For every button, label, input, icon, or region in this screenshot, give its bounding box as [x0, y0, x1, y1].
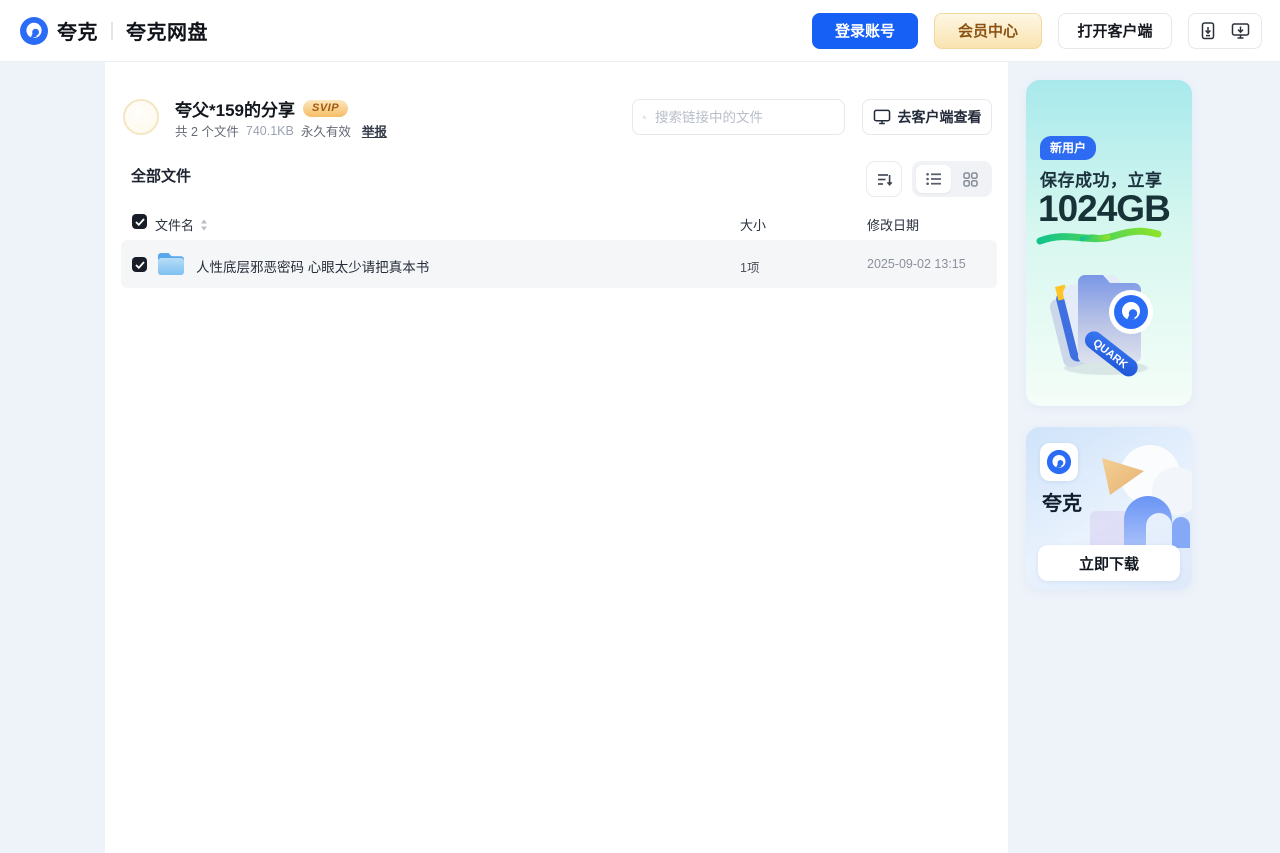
top-header: 夸克 夸克网盘 登录账号 会员中心 打开客户端 — [0, 0, 1280, 62]
quark-logo-icon — [1046, 449, 1072, 475]
vip-center-button[interactable]: 会员中心 — [934, 12, 1042, 49]
share-total-size: 740.1KB — [245, 123, 294, 138]
monitor-icon — [873, 109, 890, 125]
sort-order-button[interactable] — [866, 161, 902, 197]
row-checkbox[interactable] — [132, 257, 147, 272]
sharer-avatar — [123, 99, 159, 135]
check-icon — [134, 260, 145, 269]
promo-storage-amount: 1024GB — [1038, 188, 1171, 229]
column-sort-arrows-icon — [201, 219, 208, 230]
promo-card-download[interactable]: 夸克 立即下载 — [1026, 427, 1192, 590]
desktop-download-icon — [1231, 22, 1250, 39]
share-title-row: 夸父*159的分享 SVIP — [175, 96, 349, 121]
brand-home-link[interactable]: 夸克 夸克网盘 — [20, 16, 208, 45]
brand-divider — [111, 21, 113, 40]
share-meta: 共 2 个文件 740.1KB 永久有效 举报 — [175, 121, 387, 140]
file-size: 1项 — [740, 261, 760, 275]
search-input[interactable] — [653, 108, 834, 126]
download-now-button[interactable]: 立即下载 — [1038, 545, 1180, 581]
check-icon — [134, 217, 145, 226]
share-validity: 永久有效 — [300, 125, 351, 139]
folder-illustration: QUARK — [1049, 275, 1153, 377]
column-date: 修改日期 — [867, 218, 920, 233]
brand-name: 夸克 — [57, 22, 98, 44]
view-toggle-group — [912, 161, 992, 197]
search-icon — [643, 115, 646, 119]
topbar-actions: 登录账号 会员中心 打开客户端 — [812, 12, 1262, 49]
view-in-client-label: 去客户端查看 — [897, 109, 982, 125]
grid-view-toggle[interactable] — [953, 165, 988, 193]
table-header: 文件名 大小 修改日期 — [105, 210, 1008, 240]
svip-badge: SVIP — [302, 100, 349, 117]
search-box — [632, 99, 845, 135]
report-link[interactable]: 举报 — [362, 121, 387, 140]
file-row[interactable]: 人性底层邪恶密码 心眼太少请把真本书 1项 2025-09-02 13:15 — [121, 240, 997, 288]
green-swoosh-icon — [1036, 227, 1162, 245]
app-name: 夸克 — [1042, 493, 1082, 515]
login-button[interactable]: 登录账号 — [812, 12, 918, 49]
file-name: 人性底层邪恶密码 心眼太少请把真本书 — [196, 260, 430, 275]
new-user-badge: 新用户 — [1040, 136, 1097, 160]
app-illustration — [1090, 445, 1192, 548]
list-view-icon — [925, 173, 941, 185]
share-title: 夸父*159的分享 — [175, 101, 295, 120]
quark-app-icon — [1040, 443, 1078, 481]
quark-logo-icon — [20, 16, 48, 45]
page: 夸克 夸克网盘 登录账号 会员中心 打开客户端 夸父*159的分享 SVIP 共… — [0, 0, 1280, 853]
file-date: 2025-09-02 13:15 — [867, 257, 966, 271]
column-size: 大小 — [740, 218, 767, 233]
select-all-checkbox[interactable] — [132, 214, 147, 229]
share-content-panel: 夸父*159的分享 SVIP 共 2 个文件 740.1KB 永久有效 举报 去… — [105, 62, 1008, 853]
all-files-title: 全部文件 — [131, 168, 192, 185]
brand-product-name: 夸克网盘 — [126, 22, 208, 44]
phone-download-icon — [1201, 21, 1215, 39]
folder-icon — [158, 253, 184, 275]
share-file-count: 共 2 个文件 — [175, 125, 239, 139]
promo-card-new-user[interactable]: 新用户 保存成功，立享 1024GB QUARK — [1026, 80, 1192, 406]
column-filename[interactable]: 文件名 — [155, 215, 208, 234]
sort-icon — [877, 173, 892, 186]
open-client-button[interactable]: 打开客户端 — [1058, 12, 1172, 49]
grid-view-icon — [963, 171, 978, 187]
view-in-client-button[interactable]: 去客户端查看 — [862, 99, 992, 135]
download-apps-button[interactable] — [1188, 12, 1262, 49]
list-view-toggle[interactable] — [916, 165, 951, 193]
